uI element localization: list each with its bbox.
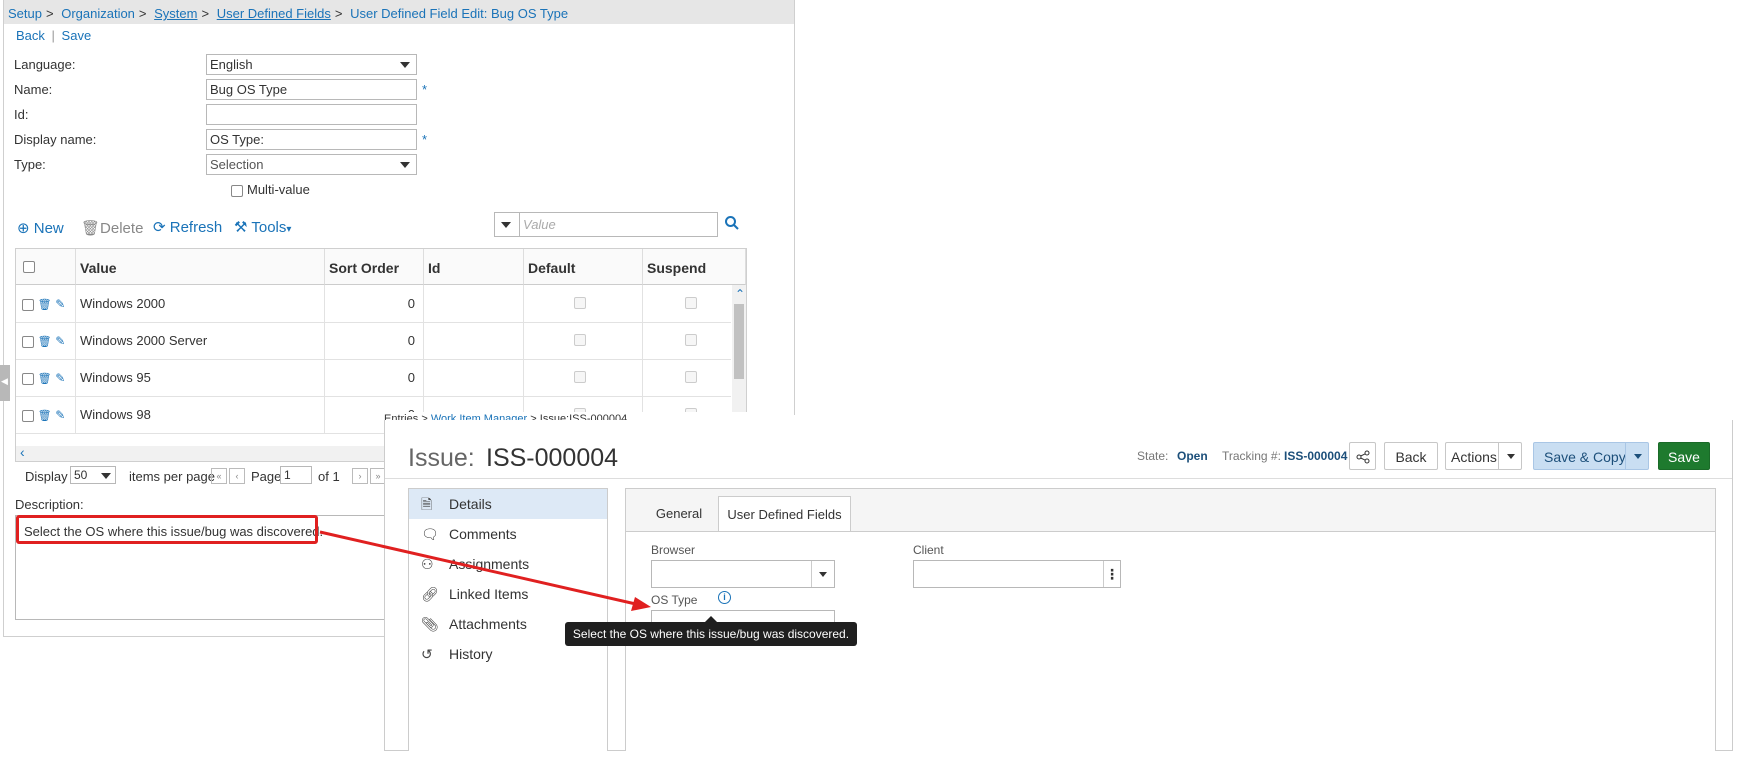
annotation-arrow bbox=[319, 530, 651, 611]
